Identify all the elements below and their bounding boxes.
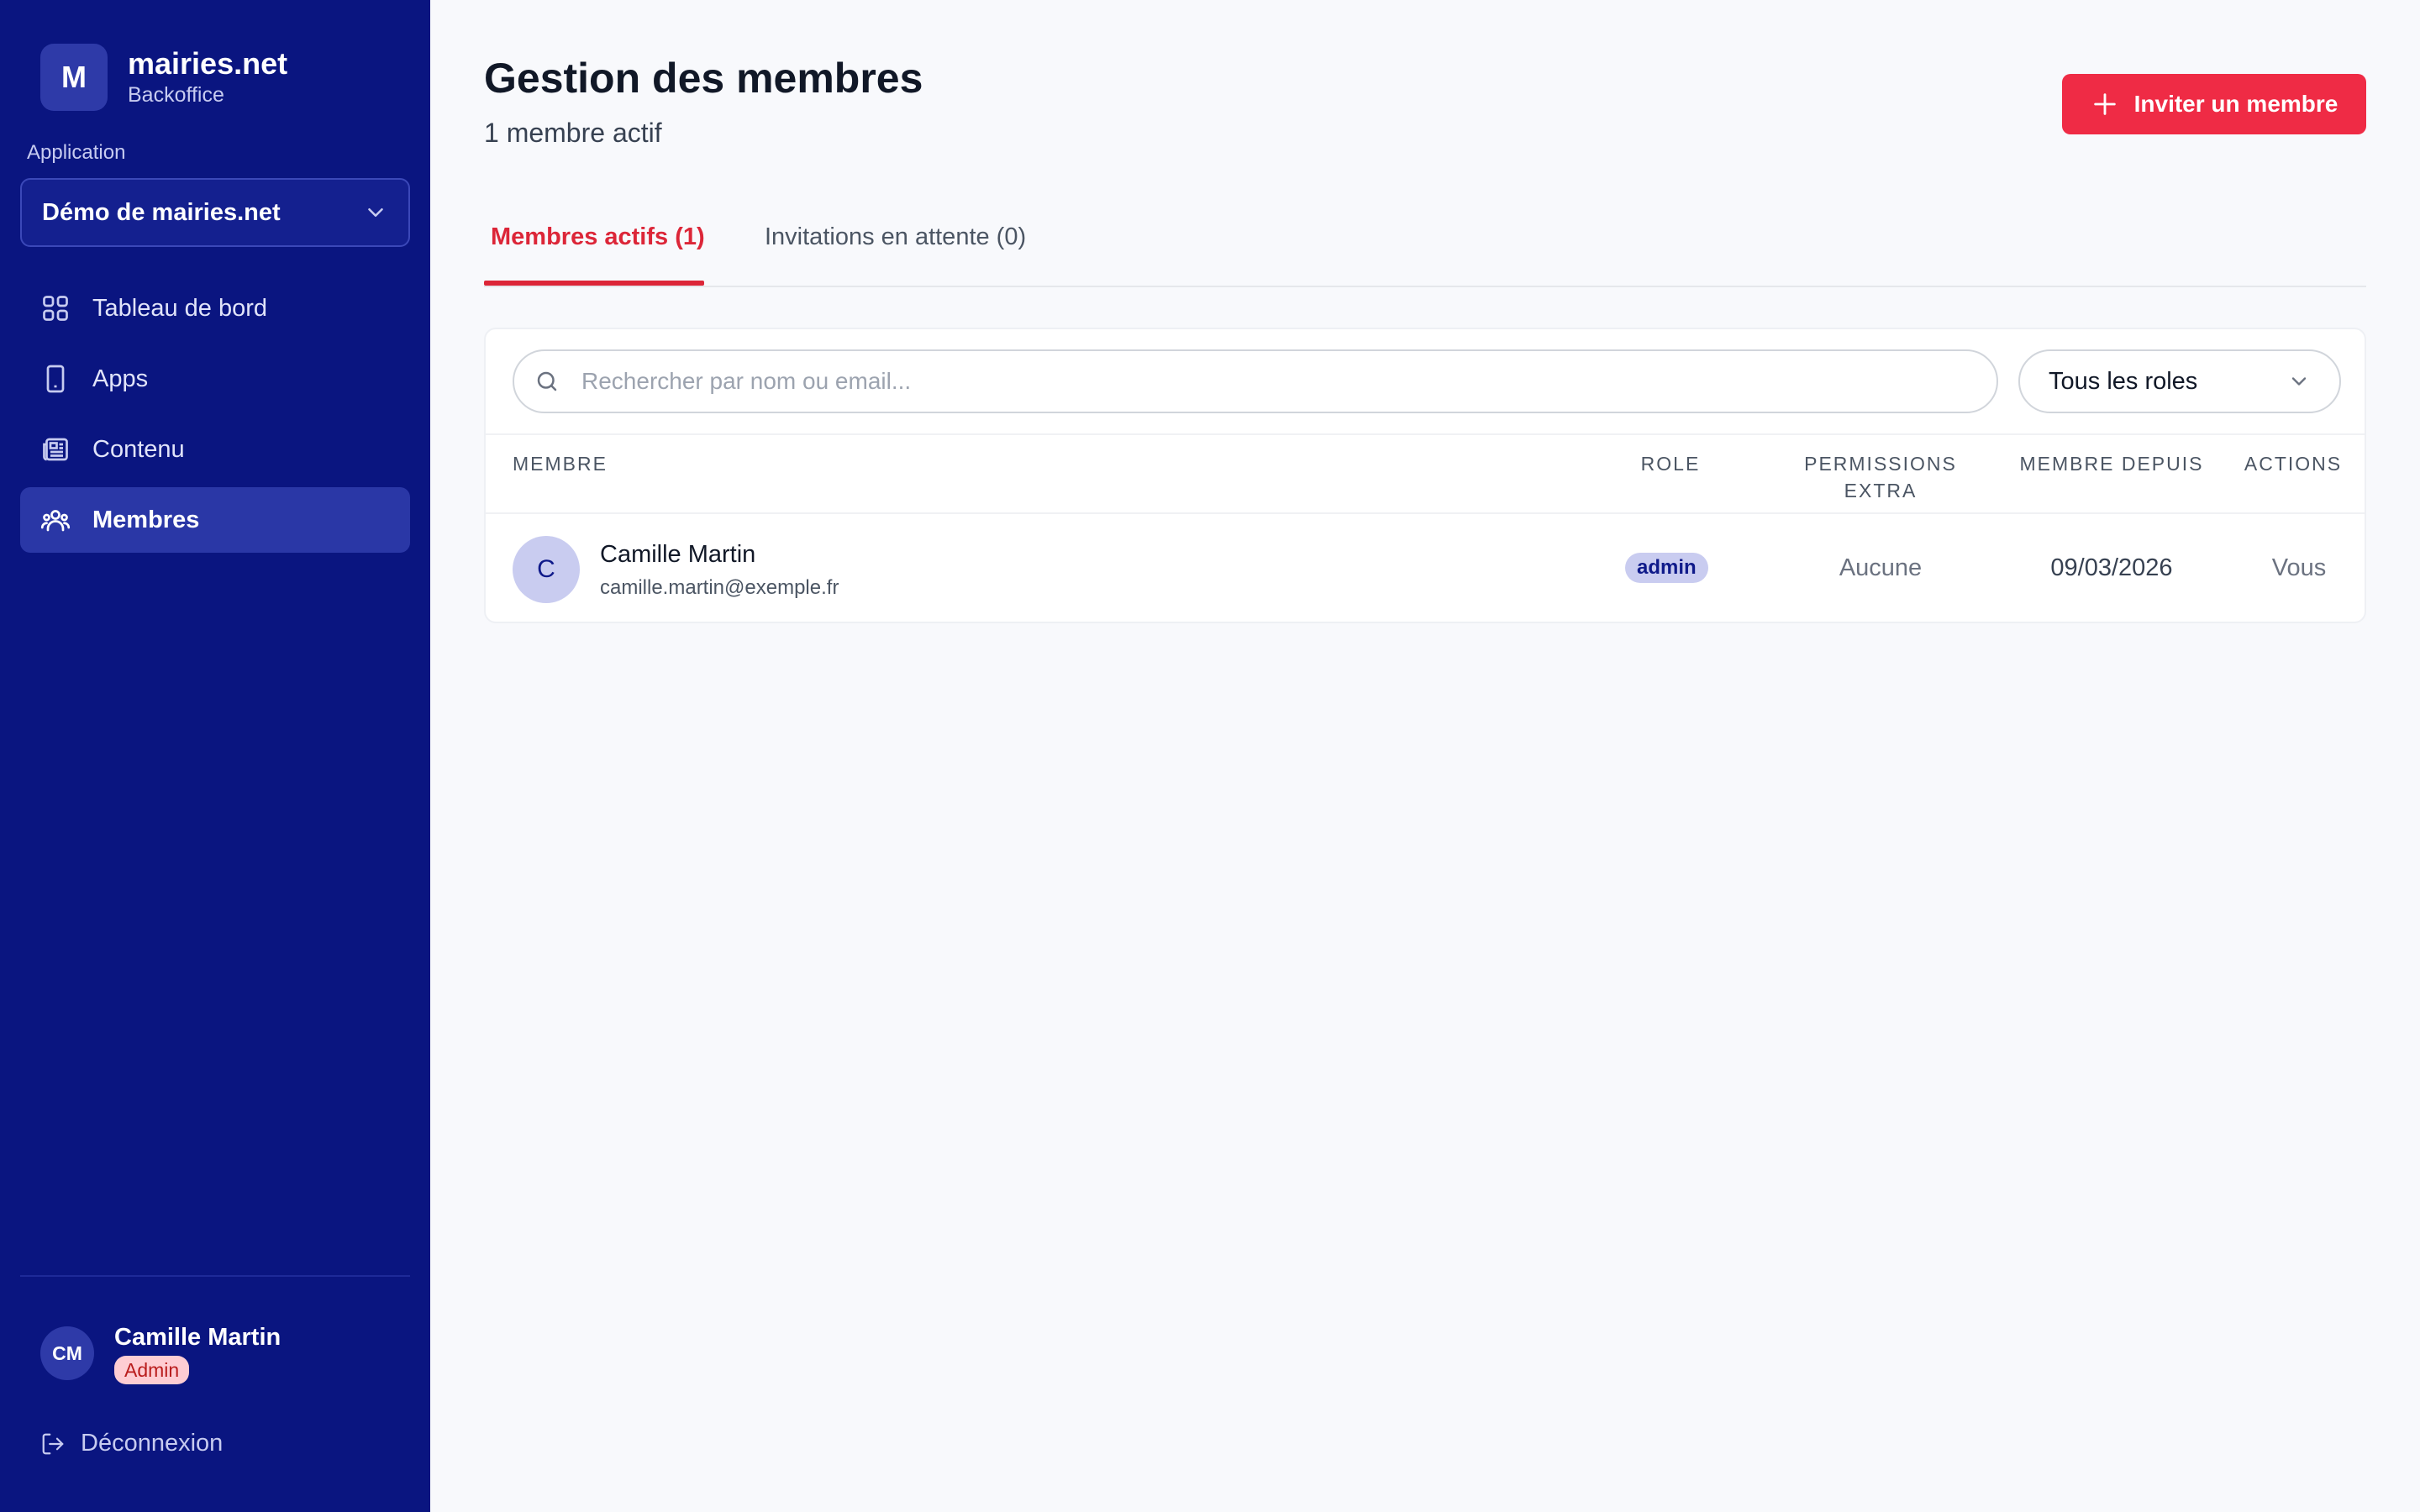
tab-invitations-en-attente[interactable]: Invitations en attente (0) [765,223,1026,251]
active-tab-indicator [484,281,704,286]
search-placeholder: Rechercher par nom ou email... [581,368,912,394]
brand-text: mairies.net Backoffice [128,46,287,108]
column-header-membre-depuis: MEMBRE DEPUIS [2019,453,2204,475]
column-header-role: ROLE [1640,453,1701,475]
search-input[interactable]: Rechercher par nom ou email... [513,349,1998,413]
logout-icon [42,1433,64,1454]
members-card: Rechercher par nom ou email... Tous les … [484,328,2366,623]
application-select-value: Démo de mairies.net [42,198,281,226]
application-label: Application [27,141,126,164]
sidebar-item-label: Tableau de bord [92,294,267,322]
brand-subtitle: Backoffice [128,83,224,107]
sidebar: M mairies.net Backoffice Application Dém… [0,0,430,1512]
sidebar-nav: Tableau de bord Apps Contenu Membres [20,276,410,558]
newspaper-icon [43,438,68,461]
plus-icon [2093,93,2116,115]
user-info: Camille Martin Admin [114,1322,281,1384]
invite-member-label: Inviter un membre [2133,91,2338,117]
users-icon [40,510,71,532]
user-name: Camille Martin [114,1324,281,1351]
page-subtitle: 1 membre actif [484,118,662,148]
search-icon [537,371,557,391]
application-select[interactable]: Démo de mairies.net [20,178,410,247]
sidebar-item-tableau-de-bord[interactable]: Tableau de bord [20,276,410,341]
role-badge: admin [1625,553,1708,583]
table-header: MEMBRE ROLE PERMISSIONS EXTRA MEMBRE DEP… [486,433,2365,514]
column-header-permissions: PERMISSIONS EXTRA [1804,453,1957,501]
page-title: Gestion des membres [484,55,923,102]
table-row: C Camille Martin camille.martin@exemple.… [486,516,2365,622]
brand[interactable]: M mairies.net Backoffice [40,44,287,111]
sidebar-item-label: Membres [92,506,200,533]
tab-membres-actifs[interactable]: Membres actifs (1) [491,223,705,251]
sidebar-divider [20,1275,410,1277]
column-header-actions: ACTIONS [2244,453,2343,475]
sidebar-item-label: Contenu [92,435,185,463]
chevron-down-icon [2291,377,2307,386]
column-header-membre: MEMBRE [513,453,608,475]
grid-icon [43,296,68,321]
member-actions: Vous [2271,554,2327,581]
chevron-down-icon [368,208,383,217]
sidebar-item-label: Apps [92,365,149,392]
sidebar-item-contenu[interactable]: Contenu [20,417,410,482]
phone-icon [46,365,65,393]
user-role-badge: Admin [114,1356,190,1384]
role-filter-value: Tous les roles [2049,367,2198,395]
logout-button[interactable]: Déconnexion [40,1430,223,1457]
sidebar-item-apps[interactable]: Apps [20,346,410,412]
logout-label: Déconnexion [81,1430,224,1457]
current-user[interactable]: CM Camille Martin Admin [40,1322,281,1384]
role-filter-select[interactable]: Tous les roles [2018,349,2341,413]
brand-logo: M [40,44,108,111]
avatar: C [513,536,580,603]
member-name: Camille Martin [600,541,756,568]
member-permissions: Aucune [1839,554,1923,581]
avatar: CM [40,1326,94,1380]
sidebar-item-membres[interactable]: Membres [20,487,410,553]
member-email: camille.martin@exemple.fr [600,576,839,599]
tabs: Membres actifs (1) Invitations en attent… [484,208,2366,287]
member-since: 09/03/2026 [2050,554,2173,581]
brand-name: mairies.net [128,46,288,81]
invite-member-button[interactable]: Inviter un membre [2062,74,2366,134]
